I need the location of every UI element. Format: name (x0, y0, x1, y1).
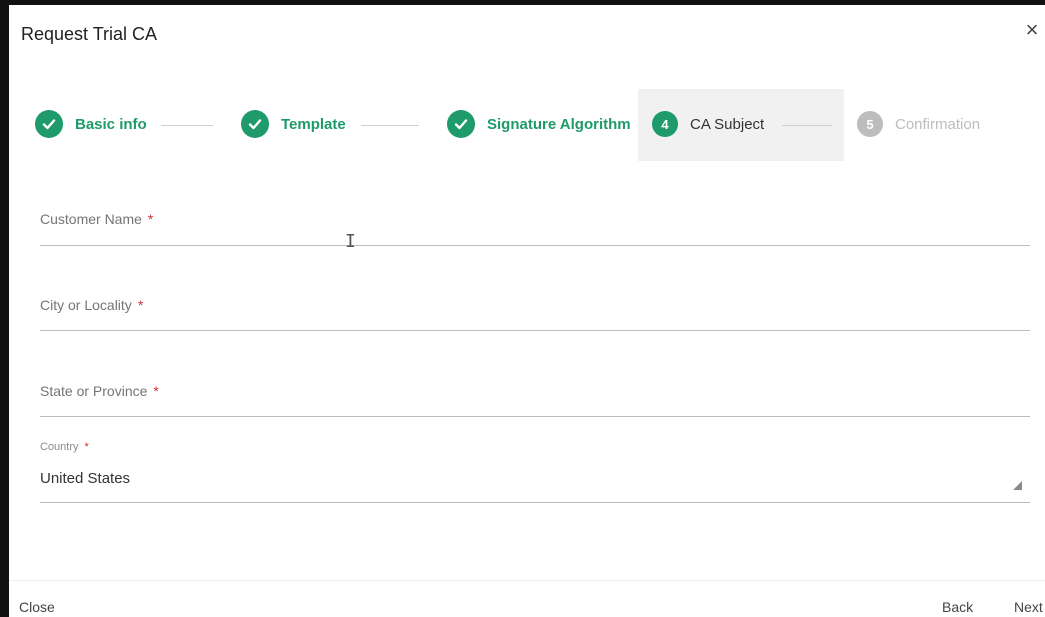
step-ca-subject[interactable]: 4 CA Subject (652, 109, 764, 139)
check-icon (241, 110, 269, 138)
customer-name-label: Customer Name * (40, 211, 154, 227)
step-template[interactable]: Template (241, 109, 346, 139)
state-field[interactable]: State or Province * (40, 373, 1030, 417)
country-value: United States (40, 470, 131, 487)
state-label: State or Province * (40, 383, 159, 399)
step-connector (161, 125, 213, 126)
step-label: Template (281, 115, 346, 133)
dropdown-arrow-icon[interactable] (1013, 481, 1022, 490)
step-number-badge: 4 (652, 111, 678, 137)
country-label: Country * (40, 441, 89, 453)
city-label: City or Locality * (40, 297, 144, 313)
request-trial-ca-dialog: Request Trial CA × Basic info Template S… (0, 0, 1045, 617)
step-label: Signature Algorithm (487, 115, 631, 133)
customer-name-field[interactable]: Customer Name * (40, 201, 1030, 246)
check-icon (35, 110, 63, 138)
required-mark: * (147, 211, 154, 227)
step-label: CA Subject (690, 115, 765, 133)
step-connector (361, 125, 419, 126)
required-mark: * (153, 383, 159, 399)
close-icon[interactable]: × (1021, 19, 1043, 41)
step-signature-algorithm[interactable]: Signature Algorithm (447, 109, 631, 139)
country-select[interactable]: Country * United States (40, 435, 1030, 503)
next-button[interactable]: Next (1014, 599, 1043, 615)
step-confirmation[interactable]: 5 Confirmation (857, 109, 980, 139)
close-button[interactable]: Close (19, 599, 55, 615)
required-mark: * (84, 441, 89, 453)
required-mark: * (137, 297, 144, 313)
check-icon (447, 110, 475, 138)
city-field[interactable]: City or Locality * (40, 287, 1030, 331)
text-cursor-icon: I (345, 231, 356, 252)
step-label: Basic info (75, 115, 147, 133)
back-button[interactable]: Back (942, 599, 973, 615)
dialog-title: Request Trial CA (21, 24, 158, 44)
step-label: Confirmation (895, 115, 981, 133)
step-connector (782, 125, 832, 126)
step-basic-info[interactable]: Basic info (35, 109, 147, 139)
footer-divider (9, 580, 1045, 581)
step-number-badge: 5 (857, 111, 883, 137)
